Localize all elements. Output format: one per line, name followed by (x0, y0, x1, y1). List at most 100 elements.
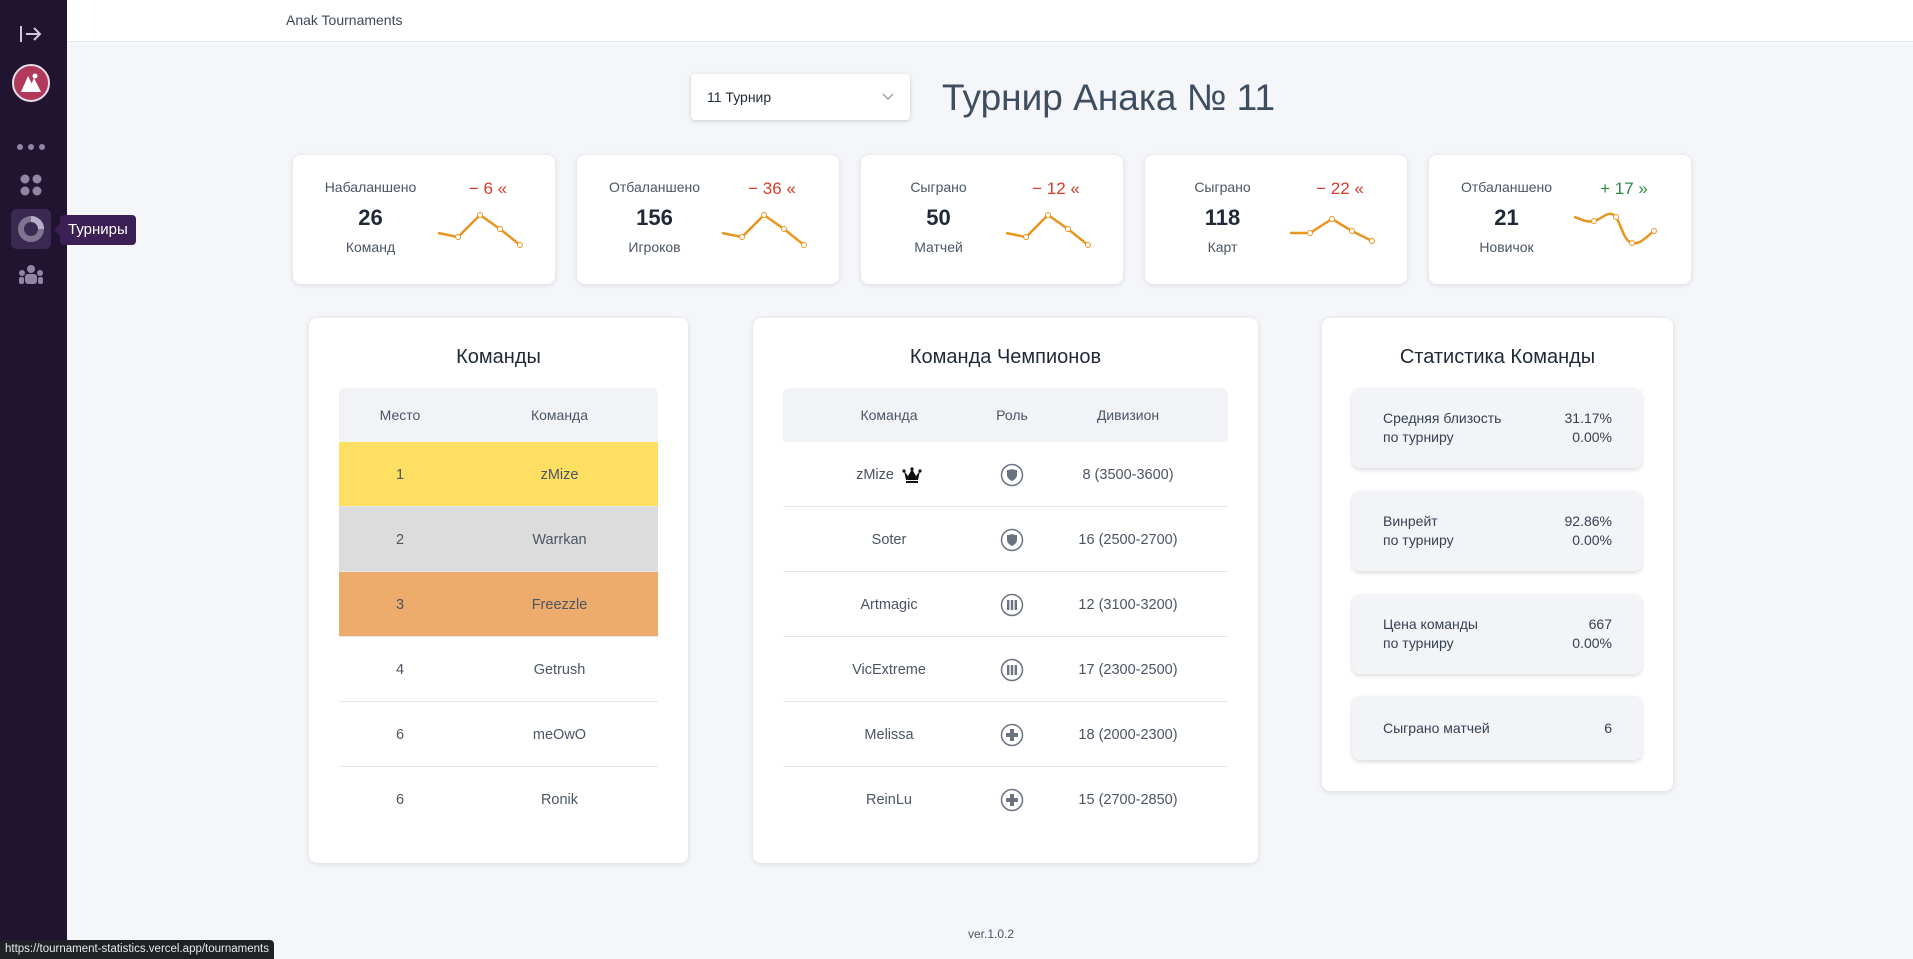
division-cell: 8 (3500-3600) (1082, 466, 1174, 483)
tournament-select-value: 11 Турнир (707, 89, 772, 105)
stat-value: 156 (636, 205, 673, 230)
player-name: VicExtreme (852, 661, 926, 678)
column-header-division[interactable]: Дивизион (1058, 388, 1198, 442)
logo-icon (21, 73, 41, 92)
support-role-icon (1000, 723, 1024, 746)
sparkline-chart (1573, 212, 1657, 246)
teams-panel: Команды Место Команда 1 zMize 2 Warrkan … (309, 318, 688, 863)
sparkline-chart (1005, 212, 1091, 248)
tank-role-icon (1000, 463, 1024, 486)
table-row[interactable]: 1 zMize (339, 442, 658, 507)
sparkline-chart (437, 212, 523, 248)
stat-value: 50 (926, 205, 951, 230)
stat-delta: − 12 « (1032, 179, 1080, 198)
stat-delta: − 6 « (468, 179, 508, 198)
stat-tile-value: 92.86% (1564, 513, 1612, 529)
stat-tile-subvalue: 0.00% (1572, 429, 1612, 445)
table-row[interactable]: 4 Getrush (339, 637, 658, 702)
support-role-icon (1000, 788, 1024, 811)
stat-unit: Команд (345, 239, 396, 255)
place-cell: 6 (395, 791, 405, 808)
stat-tile-matches-played: Сыграно матчей 6 (1352, 696, 1642, 760)
column-header-team[interactable]: Команда (783, 388, 995, 442)
stat-tile-sublabel: по турниру (1383, 429, 1454, 445)
stat-tile-subvalue: 0.00% (1572, 635, 1612, 651)
team-cell: Freezzle (531, 596, 588, 613)
role-cell (975, 767, 1049, 832)
status-bar-url: https://tournament-statistics.vercel.app… (0, 940, 274, 959)
stat-card: Сыграно 50 Матчей − 12 « (861, 155, 1123, 284)
stat-delta: − 22 « (1316, 179, 1364, 198)
division-cell: 12 (3100-3200) (1078, 596, 1178, 613)
sidebar-item-users[interactable] (11, 255, 51, 295)
role-cell (975, 507, 1049, 572)
team-cell: Warrkan (532, 531, 587, 548)
tournament-select[interactable]: 11 Турнир (691, 74, 910, 120)
column-header-place[interactable]: Место (339, 388, 461, 442)
stat-card: Сыграно 118 Карт − 22 « (1145, 155, 1407, 284)
table-row[interactable]: 6 meOwO (339, 702, 658, 767)
sidebar-item-tournaments[interactable] (11, 209, 51, 249)
stat-tile-label: Сыграно матчей (1383, 720, 1490, 736)
stat-value: 118 (1204, 205, 1241, 230)
column-header-role[interactable]: Роль (975, 388, 1049, 442)
crown-icon (902, 466, 922, 483)
stat-tile-sublabel: по турниру (1383, 532, 1454, 548)
table-row[interactable]: zMize 8 (3500-3600) (783, 442, 1228, 507)
stat-card: Отбаланшено 21 Новичок + 17 » (1429, 155, 1691, 284)
stat-label: Отбаланшено (1460, 179, 1552, 195)
more-menu-button[interactable] (11, 127, 51, 167)
place-cell: 6 (395, 726, 405, 743)
champions-title: Команда Чемпионов (909, 346, 1102, 368)
champions-table-header: Команда Роль Дивизион (783, 388, 1228, 442)
stat-tile-label: Цена команды (1383, 616, 1478, 632)
table-row[interactable]: 2 Warrkan (339, 507, 658, 572)
table-row[interactable]: ReinLu 15 (2700-2850) (783, 767, 1228, 832)
damage-role-icon (1000, 593, 1024, 616)
table-row[interactable]: 6 Ronik (339, 767, 658, 832)
teams-title: Команды (456, 346, 541, 368)
division-cell: 15 (2700-2850) (1078, 791, 1178, 808)
role-cell (975, 442, 1049, 507)
table-row[interactable]: Melissa 18 (2000-2300) (783, 702, 1228, 767)
place-cell: 2 (395, 531, 405, 548)
tank-role-icon (1000, 528, 1024, 551)
app-logo[interactable] (12, 64, 50, 102)
stat-tile-subvalue: 0.00% (1572, 532, 1612, 548)
team-stats-panel: Статистика Команды Средняя близость по т… (1322, 318, 1673, 791)
collapse-sidebar-button[interactable] (11, 14, 51, 54)
team-cell: meOwO (532, 726, 587, 743)
player-cell: zMize (783, 442, 995, 507)
sidebar-item-dashboard[interactable] (11, 165, 51, 205)
table-row[interactable]: Artmagic 12 (3100-3200) (783, 572, 1228, 637)
sign-out-icon (20, 26, 42, 42)
stat-label: Набаланшено (324, 179, 417, 195)
table-row[interactable]: VicExtreme 17 (2300-2500) (783, 637, 1228, 702)
stat-tile-closeness: Средняя близость по турниру 31.17% 0.00% (1352, 388, 1642, 468)
team-cell: Getrush (533, 661, 586, 678)
champions-panel: Команда Чемпионов Команда Роль Дивизион … (753, 318, 1258, 863)
damage-role-icon (1000, 658, 1024, 681)
stat-tile-value: 6 (1604, 720, 1612, 736)
table-row[interactable]: Soter 16 (2500-2700) (783, 507, 1228, 572)
division-cell: 18 (2000-2300) (1078, 726, 1178, 743)
stat-tile-winrate: Винрейт по турниру 92.86% 0.00% (1352, 491, 1642, 571)
place-cell: 1 (395, 466, 405, 483)
place-cell: 4 (395, 661, 405, 678)
player-name: Artmagic (860, 596, 918, 613)
stat-unit: Новичок (1479, 239, 1534, 255)
column-header-team[interactable]: Команда (461, 388, 658, 442)
app-title[interactable]: Anak Tournaments (286, 12, 402, 28)
top-bar: Anak Tournaments (67, 0, 1913, 42)
division-cell: 16 (2500-2700) (1078, 531, 1178, 548)
player-name: Soter (871, 531, 907, 548)
stat-tile-team-cost: Цена команды по турниру 667 0.00% (1352, 594, 1642, 674)
table-row[interactable]: 3 Freezzle (339, 572, 658, 637)
chevron-down-icon (882, 93, 894, 101)
sparkline-chart (721, 212, 807, 248)
users-icon (19, 265, 43, 284)
sidebar-tooltip: Турниры (54, 215, 136, 245)
stat-unit: Игроков (628, 239, 681, 255)
player-name: ReinLu (866, 791, 912, 808)
stat-card: Отбаланшено 156 Игроков − 36 « (577, 155, 839, 284)
